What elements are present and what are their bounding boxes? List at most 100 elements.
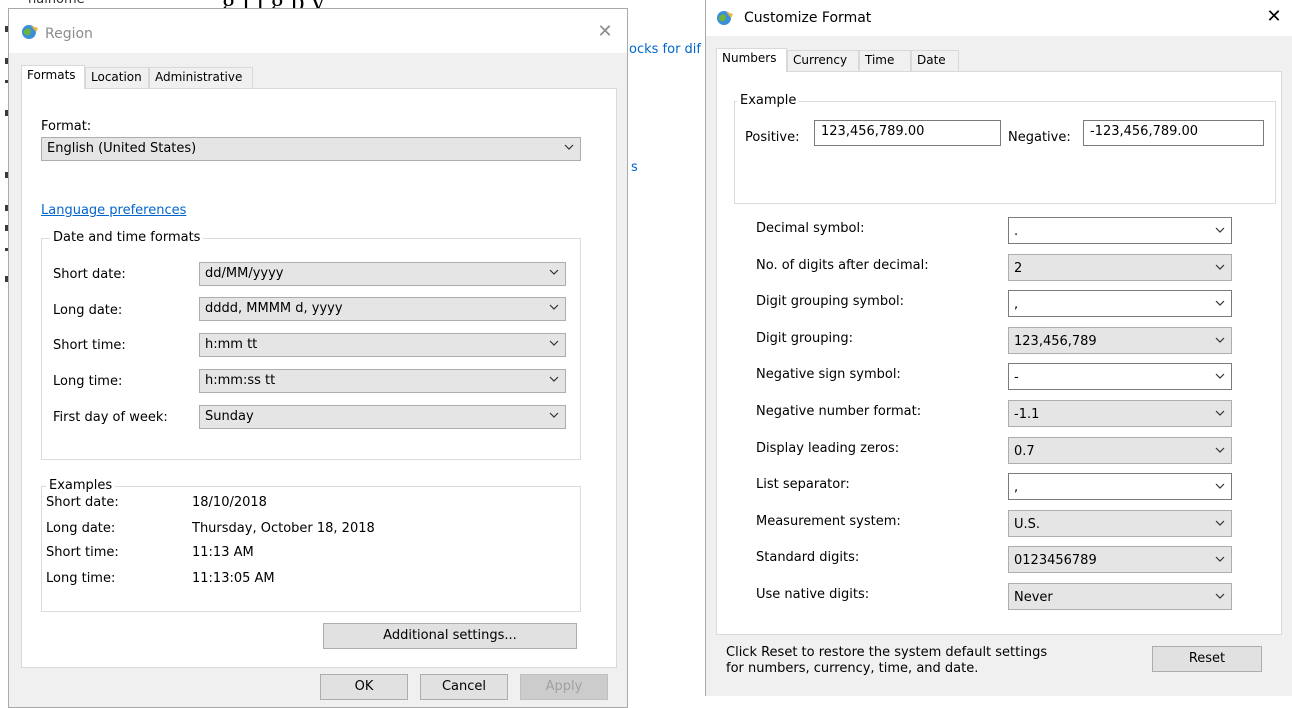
region-dialog: Region ✕ Formats Location Administrative… (8, 8, 628, 708)
setting-value: Never (1014, 590, 1053, 605)
setting-select[interactable]: 123,456,789 (1008, 327, 1232, 354)
chevron-down-icon (1215, 593, 1225, 599)
background-link-fragment[interactable]: ocks for dif (629, 42, 701, 57)
setting-label: No. of digits after decimal: (756, 258, 929, 273)
reset-button[interactable]: Reset (1152, 646, 1262, 672)
setting-select[interactable]: -1.1 (1008, 400, 1232, 427)
ok-button[interactable]: OK (320, 674, 408, 700)
long-time-label: Long time: (53, 374, 123, 389)
background-link-fragment-2[interactable]: s (631, 160, 638, 175)
chevron-down-icon (549, 269, 559, 275)
setting-select[interactable]: 2 (1008, 254, 1232, 281)
date-time-group-title: Date and time formats (50, 230, 204, 245)
tab-time[interactable]: Time (859, 50, 911, 71)
setting-label: Decimal symbol: (756, 221, 865, 236)
tab-numbers[interactable]: Numbers (716, 48, 787, 72)
setting-label: Digit grouping: (756, 331, 853, 346)
setting-select[interactable]: - (1008, 363, 1232, 390)
examples-title: Examples (46, 478, 116, 493)
example-long-time-label: Long time: (46, 571, 116, 586)
setting-label: Negative number format: (756, 404, 922, 419)
examples-group: Examples Short date: 18/10/2018 Long dat… (41, 478, 581, 612)
long-date-value: dddd, MMMM d, yyyy (205, 301, 343, 316)
setting-label: Standard digits: (756, 550, 860, 565)
setting-value: 0123456789 (1014, 553, 1097, 568)
setting-select[interactable]: . (1008, 217, 1232, 244)
long-time-select[interactable]: h:mm:ss tt (199, 369, 566, 393)
date-time-formats-group: Date and time formats Short date: dd/MM/… (41, 230, 581, 460)
setting-select[interactable]: , (1008, 290, 1232, 317)
language-preferences-link[interactable]: Language preferences (41, 203, 186, 218)
example-short-date-value: 18/10/2018 (192, 495, 267, 510)
chevron-down-icon (564, 144, 574, 150)
example-group: Example Positive: 123,456,789.00 Negativ… (734, 93, 1276, 204)
short-time-label: Short time: (53, 338, 126, 353)
positive-label: Positive: (745, 130, 800, 145)
customize-titlebar[interactable]: Customize Format ✕ (706, 0, 1292, 36)
short-date-select[interactable]: dd/MM/yyyy (199, 262, 566, 286)
setting-select[interactable]: 0123456789 (1008, 546, 1232, 573)
format-select[interactable]: English (United States) (41, 137, 581, 161)
setting-select[interactable]: U.S. (1008, 510, 1232, 537)
tab-currency[interactable]: Currency (787, 50, 859, 71)
globe-icon (22, 25, 38, 39)
close-icon[interactable]: ✕ (595, 21, 615, 42)
example-title: Example (737, 93, 800, 108)
short-date-value: dd/MM/yyyy (205, 266, 284, 281)
setting-select[interactable]: 0.7 (1008, 437, 1232, 464)
close-icon[interactable]: ✕ (1264, 6, 1284, 27)
setting-value: . (1014, 224, 1019, 239)
setting-value: , (1014, 297, 1019, 312)
setting-label: Negative sign symbol: (756, 367, 901, 382)
formats-panel: Format: English (United States) Language… (21, 88, 617, 668)
tab-formats[interactable]: Formats (21, 65, 85, 89)
chevron-down-icon (1215, 227, 1225, 233)
short-time-select[interactable]: h:mm tt (199, 333, 566, 357)
setting-value: U.S. (1014, 517, 1041, 532)
chevron-down-icon (1215, 556, 1225, 562)
example-short-time-label: Short time: (46, 545, 119, 560)
first-day-label: First day of week: (53, 410, 168, 425)
cancel-button[interactable]: Cancel (420, 674, 508, 700)
long-time-value: h:mm:ss tt (205, 373, 276, 388)
setting-label: Measurement system: (756, 514, 901, 529)
customize-title: Customize Format (744, 10, 872, 26)
format-label: Format: (41, 119, 92, 134)
region-titlebar[interactable]: Region ✕ (9, 9, 627, 53)
chevron-down-icon (1215, 300, 1225, 306)
tab-administrative[interactable]: Administrative (149, 67, 253, 88)
chevron-down-icon (549, 340, 559, 346)
example-long-date-value: Thursday, October 18, 2018 (192, 521, 375, 536)
chevron-down-icon (1215, 520, 1225, 526)
chevron-down-icon (549, 376, 559, 382)
setting-value: 0.7 (1014, 444, 1035, 459)
setting-value: 123,456,789 (1014, 334, 1097, 349)
setting-select[interactable]: Never (1008, 583, 1232, 610)
negative-label: Negative: (1008, 130, 1071, 145)
chevron-down-icon (549, 304, 559, 310)
tab-location[interactable]: Location (85, 67, 149, 88)
short-date-label: Short date: (53, 267, 126, 282)
tab-date[interactable]: Date (911, 50, 959, 71)
region-title: Region (45, 26, 93, 42)
customize-format-dialog: Customize Format ✕ Numbers Currency Time… (705, 0, 1292, 696)
long-date-select[interactable]: dddd, MMMM d, yyyy (199, 297, 566, 321)
setting-select[interactable]: , (1008, 473, 1232, 500)
chevron-down-icon (1215, 264, 1225, 270)
example-short-time-value: 11:13 AM (192, 545, 254, 560)
apply-button[interactable]: Apply (520, 674, 608, 700)
additional-settings-button[interactable]: Additional settings... (323, 623, 577, 649)
example-long-time-value: 11:13:05 AM (192, 571, 275, 586)
setting-label: Digit grouping symbol: (756, 294, 905, 309)
negative-example-field: -123,456,789.00 (1083, 120, 1264, 146)
setting-value: - (1014, 370, 1019, 385)
reset-note: Click Reset to restore the system defaul… (726, 645, 1048, 676)
chevron-down-icon (1215, 447, 1225, 453)
numbers-panel: Example Positive: 123,456,789.00 Negativ… (716, 71, 1282, 676)
format-select-value: English (United States) (47, 141, 197, 156)
setting-value: -1.1 (1014, 407, 1040, 422)
positive-example-field: 123,456,789.00 (814, 120, 1001, 146)
example-short-date-label: Short date: (46, 495, 119, 510)
background-fragment-home: nalhome (28, 0, 85, 7)
first-day-select[interactable]: Sunday (199, 405, 566, 429)
